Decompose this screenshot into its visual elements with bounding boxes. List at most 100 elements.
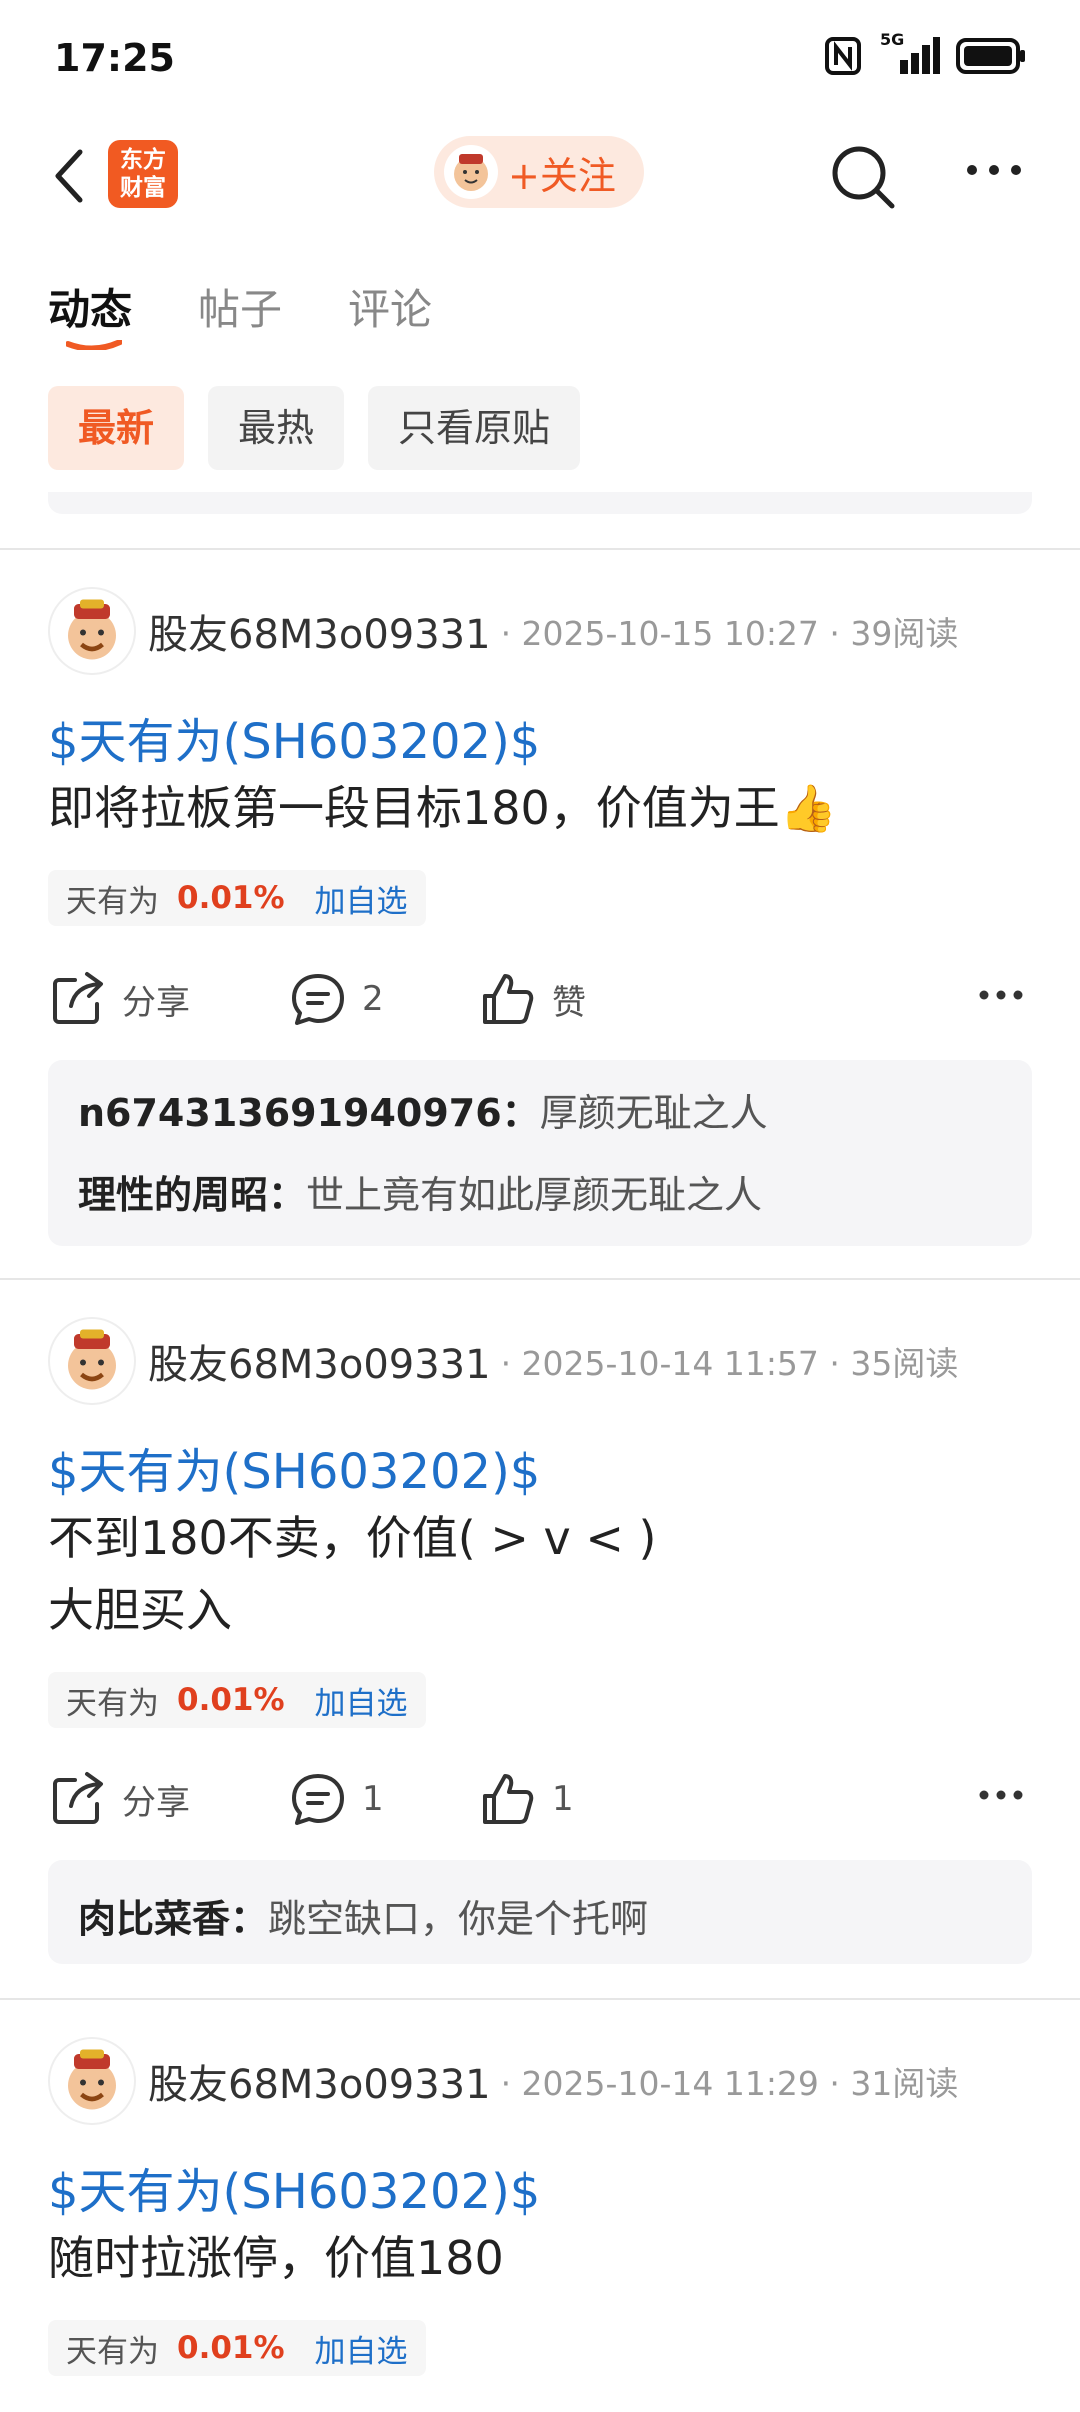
post-text-line: 随时拉涨停，价值180: [48, 2231, 504, 2285]
status-bar: 17:25 5G: [0, 0, 1080, 120]
comment-icon: [288, 969, 348, 1029]
post-text-line: 即将拉板第一段目标180，价值为王👍: [48, 781, 838, 835]
comment-button[interactable]: 1: [288, 1764, 384, 1834]
stock-tag-link[interactable]: $天有为(SH603202)$: [48, 702, 540, 772]
post-text: 随时拉涨停，价值180: [48, 2222, 504, 2294]
filter-latest[interactable]: 最新: [48, 386, 185, 470]
top-nav: 东方 财富 +关注: [0, 120, 1080, 230]
share-button[interactable]: 分享: [48, 964, 190, 1034]
status-icons: 5G: [824, 30, 1026, 76]
post-meta: · 2025-10-14 11:57 · 35阅读: [500, 1344, 959, 1383]
filter-original-only[interactable]: 只看原贴: [368, 386, 581, 470]
post-card[interactable]: 股友68M3o09331 · 2025-10-15 10:27 · 39阅读 $…: [0, 586, 1080, 1246]
username[interactable]: 股友68M3o09331: [148, 602, 491, 660]
username[interactable]: 股友68M3o09331: [148, 1332, 491, 1390]
username[interactable]: 股友68M3o09331: [148, 2052, 491, 2110]
search-icon[interactable]: [828, 142, 898, 212]
previous-post-card-edge: [48, 492, 1032, 514]
user-avatar-small: [444, 145, 498, 199]
sort-filters: 最新 最热 只看原贴: [48, 386, 581, 470]
comment-preview[interactable]: n674313691940976：厚颜无耻之人 理性的周昭：世上竟有如此厚颜无耻…: [48, 1060, 1032, 1246]
tab-dynamics[interactable]: 动态: [48, 276, 132, 337]
logo-line-1: 东方: [120, 147, 166, 173]
stock-name: 天有为: [66, 2333, 159, 2370]
share-icon: [48, 969, 108, 1029]
back-icon[interactable]: [48, 146, 88, 206]
comment-preview[interactable]: 肉比菜香：跳空缺口，你是个托啊: [48, 1860, 1032, 1964]
tab-posts[interactable]: 帖子: [198, 276, 282, 337]
post-header: 股友68M3o09331 · 2025-10-15 10:27 · 39阅读: [48, 586, 958, 676]
post-text-line: 大胆买入: [48, 1583, 232, 1637]
nfc-icon: [825, 37, 861, 75]
comment-text: 世上竟有如此厚颜无耻之人: [306, 1173, 763, 1217]
comment-text: 厚颜无耻之人: [539, 1091, 768, 1135]
like-button[interactable]: 赞: [478, 964, 586, 1034]
follow-label: +关注: [508, 153, 616, 198]
tab-comments[interactable]: 评论: [348, 276, 432, 337]
comment-count: 1: [362, 1779, 384, 1819]
status-time: 17:25: [54, 36, 175, 80]
post-actions: 分享 1 1: [48, 1764, 1032, 1834]
filter-hot[interactable]: 最热: [208, 386, 345, 470]
stock-change: 0.01%: [177, 880, 285, 916]
stock-change: 0.01%: [177, 2330, 285, 2366]
tab-active-indicator: [66, 340, 122, 350]
more-options-icon[interactable]: [978, 1788, 1024, 1802]
post-meta: · 2025-10-14 11:29 · 31阅读: [500, 2064, 959, 2103]
add-watchlist-button[interactable]: 加自选: [315, 1678, 408, 1723]
battery-icon: [956, 38, 1025, 74]
signal-icon: 5G: [878, 30, 940, 76]
avatar[interactable]: [48, 2037, 136, 2125]
comment-item[interactable]: n674313691940976：厚颜无耻之人: [78, 1082, 768, 1137]
post-text: 即将拉板第一段目标180，价值为王👍: [48, 772, 837, 844]
network-label: 5G: [880, 30, 905, 49]
thumbs-up-icon: [478, 1769, 538, 1829]
stock-chip[interactable]: 天有为 0.01% 加自选: [48, 870, 426, 926]
share-label: 分享: [122, 982, 190, 1023]
divider: [0, 1278, 1080, 1280]
stock-name: 天有为: [66, 1685, 159, 1722]
divider: [0, 1998, 1080, 2000]
post-card[interactable]: 股友68M3o09331 · 2025-10-14 11:57 · 35阅读 $…: [0, 1316, 1080, 1966]
stock-tag-link[interactable]: $天有为(SH603202)$: [48, 1432, 540, 1502]
eastmoney-logo[interactable]: 东方 财富: [108, 140, 178, 208]
content-tabs: 动态 帖子 评论: [0, 260, 1080, 350]
more-options-icon[interactable]: [978, 988, 1024, 1002]
comment-icon: [288, 1769, 348, 1829]
like-button[interactable]: 1: [478, 1764, 574, 1834]
comment-user[interactable]: 理性的周昭：: [78, 1173, 306, 1217]
stock-change: 0.01%: [177, 1682, 285, 1718]
comment-item[interactable]: 理性的周昭：世上竟有如此厚颜无耻之人: [78, 1164, 762, 1219]
follow-button[interactable]: +关注: [434, 136, 644, 208]
share-button[interactable]: 分享: [48, 1764, 190, 1834]
like-count: 1: [552, 1779, 574, 1819]
post-meta: · 2025-10-15 10:27 · 39阅读: [500, 614, 959, 653]
post-actions: 分享 2 赞: [48, 964, 1032, 1034]
comment-button[interactable]: 2: [288, 964, 384, 1034]
stock-tag-link[interactable]: $天有为(SH603202)$: [48, 2152, 540, 2222]
post-header: 股友68M3o09331 · 2025-10-14 11:29 · 31阅读: [48, 2036, 958, 2126]
share-icon: [48, 1769, 108, 1829]
comment-text: 跳空缺口，你是个托啊: [268, 1897, 649, 1941]
divider: [0, 548, 1080, 550]
share-label: 分享: [122, 1782, 190, 1823]
comment-count: 2: [362, 979, 384, 1019]
logo-line-2: 财富: [120, 175, 166, 201]
post-text-line: 不到180不卖，价值( > v < ): [48, 1511, 657, 1565]
post-card[interactable]: 股友68M3o09331 · 2025-10-14 11:29 · 31阅读 $…: [0, 2036, 1080, 2412]
more-icon[interactable]: [964, 160, 1024, 180]
post-header: 股友68M3o09331 · 2025-10-14 11:57 · 35阅读: [48, 1316, 958, 1406]
comment-user[interactable]: n674313691940976：: [78, 1091, 540, 1135]
stock-chip[interactable]: 天有为 0.01% 加自选: [48, 1672, 426, 1728]
comment-user[interactable]: 肉比菜香：: [78, 1897, 268, 1941]
thumbs-up-icon: [478, 969, 538, 1029]
comment-item[interactable]: 肉比菜香：跳空缺口，你是个托啊: [78, 1888, 648, 1943]
avatar[interactable]: [48, 1317, 136, 1405]
post-text: 不到180不卖，价值( > v < ) 大胆买入: [48, 1502, 657, 1646]
add-watchlist-button[interactable]: 加自选: [315, 2326, 408, 2371]
stock-name: 天有为: [66, 883, 159, 920]
like-label: 赞: [552, 982, 586, 1023]
stock-chip[interactable]: 天有为 0.01% 加自选: [48, 2320, 426, 2376]
avatar[interactable]: [48, 587, 136, 675]
add-watchlist-button[interactable]: 加自选: [315, 876, 408, 921]
